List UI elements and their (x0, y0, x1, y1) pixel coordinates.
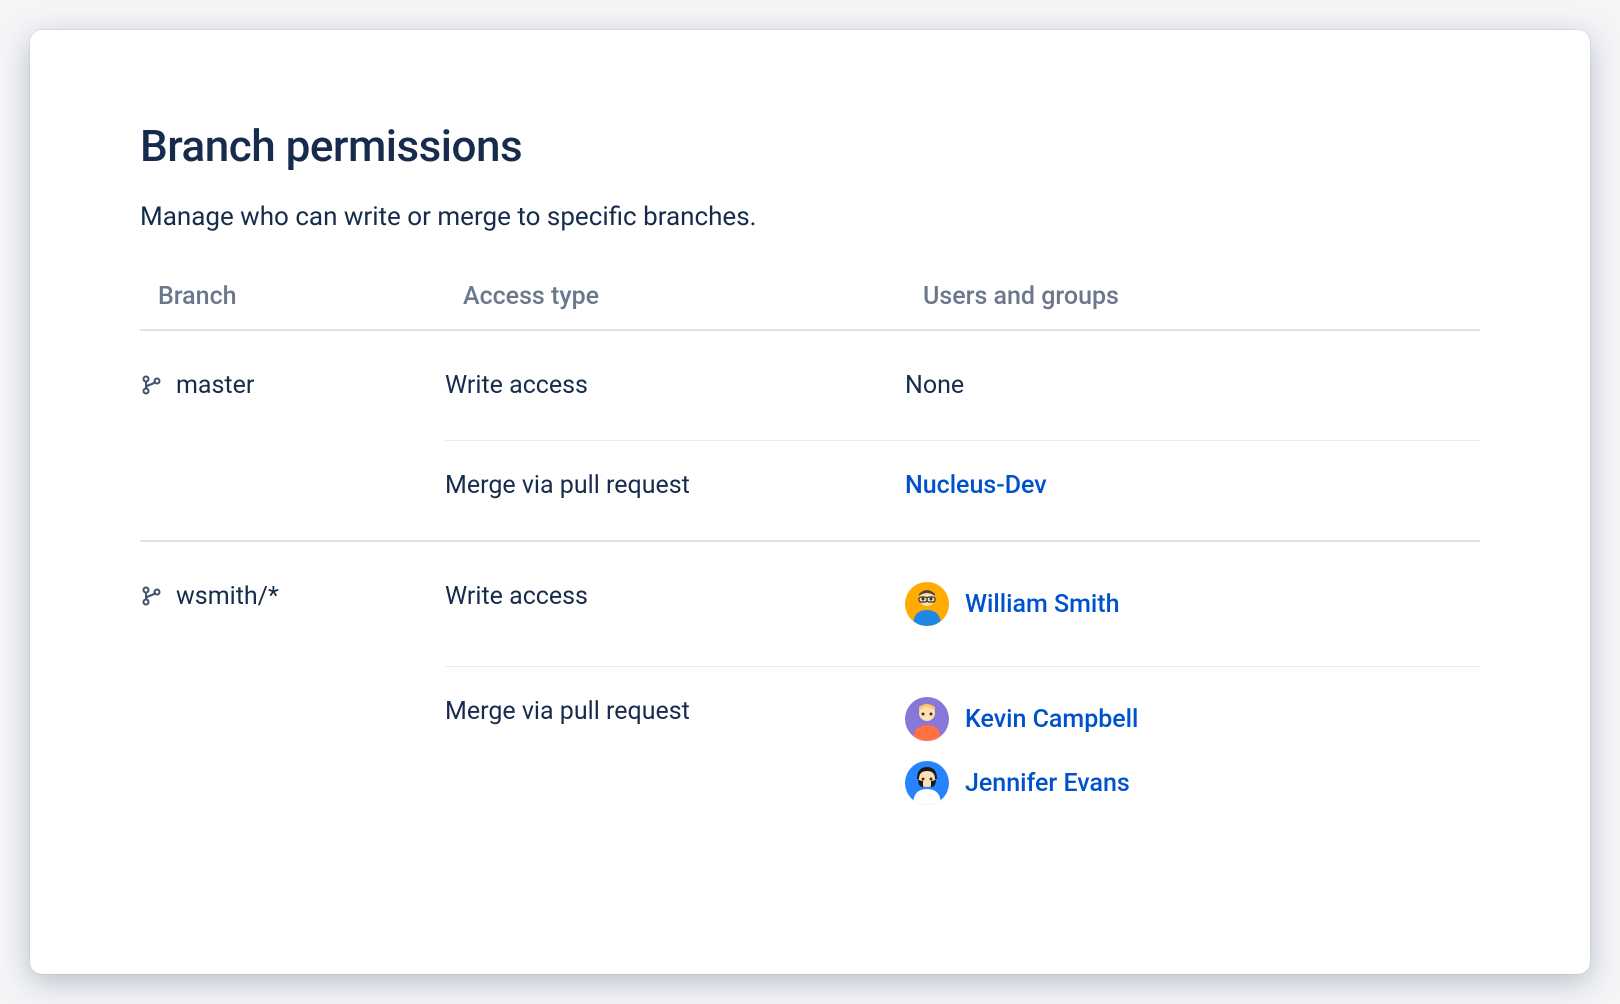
branch-icon (140, 373, 164, 401)
users-cell: Nucleus-Dev (905, 471, 1480, 500)
permissions-table: Branch Access type Users and groups mast… (140, 282, 1480, 845)
access-rows: Write access None Merge via pull request… (445, 366, 1480, 540)
access-row: Merge via pull request (445, 667, 1480, 845)
branch-name: master (176, 371, 254, 400)
access-row: Write access (445, 577, 1480, 667)
users-cell: William Smith (905, 582, 1480, 626)
user-link[interactable]: Kevin Campbell (965, 705, 1138, 734)
user-link[interactable]: William Smith (965, 590, 1119, 619)
branch-row: wsmith/* Write access (140, 542, 1480, 845)
group-link[interactable]: Nucleus-Dev (905, 471, 1480, 500)
access-row: Merge via pull request Nucleus-Dev (445, 441, 1480, 540)
access-type: Merge via pull request (445, 471, 905, 500)
permissions-card: Branch permissions Manage who can write … (30, 30, 1590, 974)
access-type: Write access (445, 582, 905, 626)
column-header-users-groups: Users and groups (923, 282, 1480, 311)
users-none: None (905, 371, 1480, 400)
user-link[interactable]: Jennifer Evans (965, 769, 1130, 798)
user-entry: Jennifer Evans (905, 761, 1480, 805)
column-header-access-type: Access type (463, 282, 923, 311)
page-title: Branch permissions (140, 120, 1480, 172)
page-description: Manage who can write or merge to specifi… (140, 202, 1480, 232)
branch-cell: master (140, 366, 445, 540)
branch-name: wsmith/* (176, 582, 279, 611)
branch-row: master Write access None Merge via pull … (140, 331, 1480, 542)
access-rows: Write access (445, 577, 1480, 845)
users-cell: Kevin Campbell (905, 697, 1480, 805)
access-type: Merge via pull request (445, 697, 905, 805)
avatar-icon (905, 697, 949, 741)
table-header: Branch Access type Users and groups (140, 282, 1480, 331)
avatar-icon (905, 582, 949, 626)
users-cell: None (905, 371, 1480, 400)
avatar-icon (905, 761, 949, 805)
user-entry: William Smith (905, 582, 1480, 626)
branch-cell: wsmith/* (140, 577, 445, 845)
user-entry: Kevin Campbell (905, 697, 1480, 741)
branch-icon (140, 584, 164, 612)
access-row: Write access None (445, 366, 1480, 441)
access-type: Write access (445, 371, 905, 400)
column-header-branch: Branch (158, 282, 463, 311)
